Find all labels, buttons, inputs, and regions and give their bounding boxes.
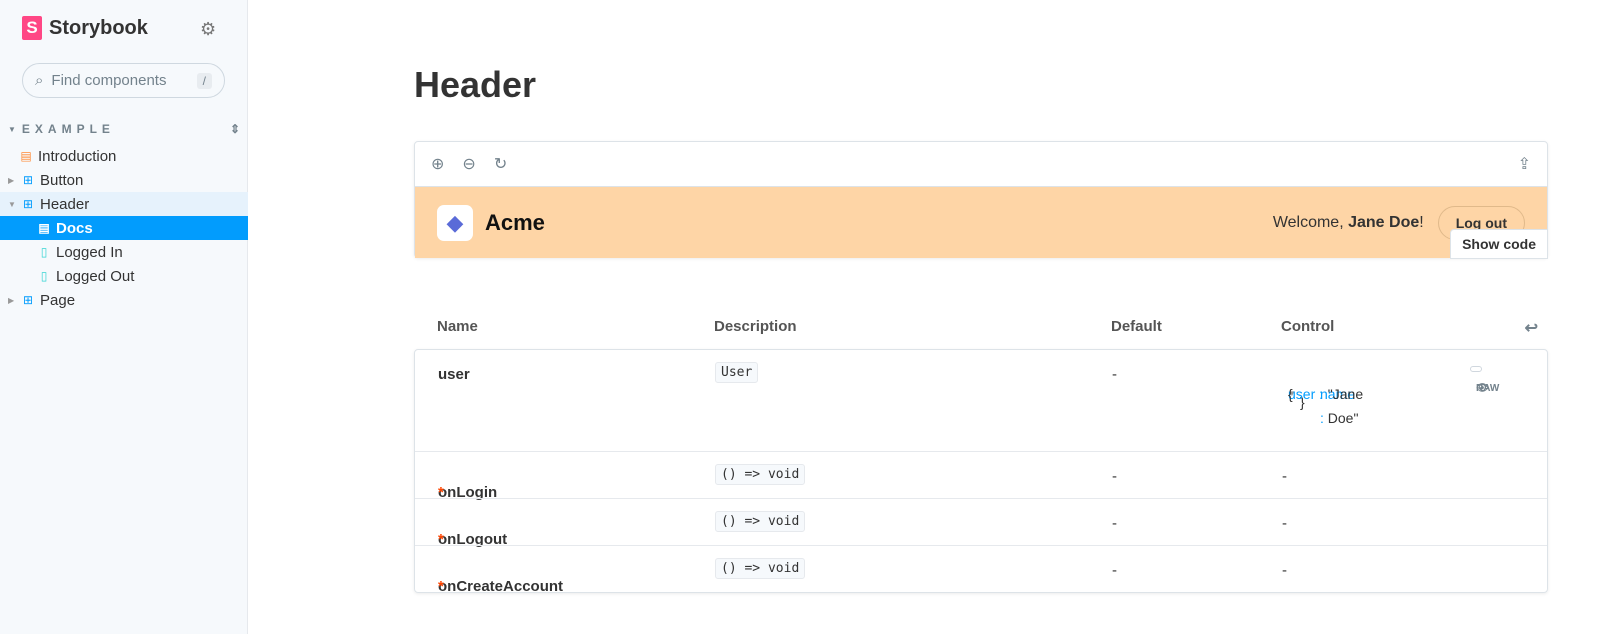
sidebar-item-button[interactable]: ▶ ⊞ Button [0, 168, 248, 192]
prop-default: - [1112, 468, 1117, 485]
args-table: user User - ▼ user : { name : "Jane Doe"… [414, 349, 1548, 595]
table-row: onLogin * () => void - - [415, 451, 1547, 501]
item-label: Header [40, 195, 90, 213]
sidebar: S Storybook ⚙ ⌕ Find components / ▼ EXAMPLE ⇕… [0, 0, 248, 634]
component-icon: ⊞ [22, 173, 34, 187]
search-input[interactable]: ⌕ Find components / [22, 63, 225, 98]
undo-icon[interactable]: ↩ [1525, 318, 1538, 338]
sidebar-item-page[interactable]: ▶ ⊞ Page [0, 288, 248, 312]
zoom-out-icon[interactable]: ⊖ [462, 154, 475, 174]
story-preview: ⊕ ⊖ ↻ ⇪ ◆ Acme Welcome, Jane Doe! Log ou… [414, 141, 1548, 259]
expand-collapse-icon[interactable]: ⇕ [230, 122, 240, 136]
acme-brand: Acme [485, 209, 545, 235]
welcome-prefix: Welcome, [1272, 213, 1349, 231]
prop-type: () => void [715, 464, 806, 485]
bookmark-icon: ▯ [40, 269, 48, 283]
chevron-down-icon: ▼ [8, 199, 16, 209]
header-name: Name [437, 318, 478, 335]
table-row: onLogout * () => void - - [415, 498, 1547, 548]
required-marker: * [438, 578, 444, 595]
storybook-logo-icon: S [22, 16, 42, 40]
document-icon: ▤ [20, 149, 32, 163]
document-icon: ▤ [38, 221, 50, 235]
item-label: Introduction [38, 147, 117, 165]
sidebar-item-logged-out[interactable]: ▯ Logged Out [0, 264, 248, 288]
search-placeholder: Find components [51, 72, 167, 89]
group-label: EXAMPLE [21, 122, 115, 136]
search-shortcut: / [196, 72, 212, 89]
user-name: Jane Doe [1348, 213, 1420, 231]
prop-control: - [1282, 515, 1287, 532]
zoom-in-icon[interactable]: ⊕ [431, 154, 444, 174]
prop-name: user [438, 366, 470, 383]
brand-name: Storybook [49, 16, 148, 39]
page-title: Header [414, 64, 537, 105]
item-label: Button [40, 171, 84, 189]
group-example[interactable]: ▼ EXAMPLE ⇕ [8, 122, 240, 136]
show-code-button[interactable]: Show code [1450, 229, 1548, 259]
raw-button[interactable]: 👁 RAW [1470, 366, 1499, 394]
item-label: Logged In [56, 243, 123, 261]
component-icon: ⊞ [22, 293, 34, 307]
prop-default: - [1112, 515, 1117, 532]
item-label: Logged Out [56, 267, 135, 285]
sidebar-item-docs[interactable]: ▤ Docs [0, 216, 248, 240]
json-value[interactable]: "Jane Doe" [1328, 382, 1363, 430]
prop-default: - [1112, 562, 1117, 579]
reset-zoom-icon[interactable]: ↻ [494, 154, 507, 174]
json-key: user : [1288, 386, 1324, 402]
header-description: Description [714, 318, 797, 335]
prop-name-text: onCreateAccount [438, 578, 564, 595]
chevron-down-icon: ▼ [8, 124, 16, 134]
search-icon: ⌕ [35, 72, 44, 89]
gear-icon[interactable]: ⚙ [200, 19, 216, 40]
preview-toolbar: ⊕ ⊖ ↻ ⇪ [415, 142, 1547, 187]
object-control[interactable]: ▼ user : { name : "Jane Doe" } [1288, 366, 1363, 426]
header-default: Default [1111, 318, 1162, 335]
prop-type: User [715, 362, 759, 383]
chevron-right-icon: ▶ [8, 295, 15, 305]
prop-default: - [1112, 366, 1117, 383]
item-label: Docs [56, 219, 93, 237]
prop-type: () => void [715, 511, 806, 532]
welcome-suffix: ! [1419, 213, 1424, 231]
sidebar-item-header[interactable]: ▼ ⊞ Header [0, 192, 248, 216]
prop-control: - [1282, 468, 1287, 485]
acme-logo-icon: ◆ [437, 204, 473, 241]
bookmark-icon: ▯ [40, 245, 48, 259]
json-open: { [1288, 386, 1293, 402]
prop-type: () => void [715, 558, 806, 579]
header-control: Control [1281, 318, 1335, 335]
item-label: Page [40, 291, 76, 309]
prop-control: - [1282, 562, 1287, 579]
component-icon: ⊞ [22, 197, 34, 211]
sidebar-item-introduction[interactable]: ▤ Introduction [0, 144, 248, 168]
share-icon[interactable]: ⇪ [1518, 154, 1531, 174]
raw-label: RAW [1476, 383, 1500, 394]
table-row: onCreateAccount * () => void - - [415, 545, 1547, 595]
chevron-right-icon: ▶ [8, 175, 15, 185]
header-demo: ◆ Acme Welcome, Jane Doe! Log out Show c… [415, 187, 1548, 259]
sidebar-item-logged-in[interactable]: ▯ Logged In [0, 240, 248, 264]
storybook-logo[interactable]: S Storybook [22, 16, 148, 40]
welcome-text: Welcome, Jane Doe! [1273, 214, 1424, 232]
table-row: user User - ▼ user : { name : "Jane Doe"… [415, 350, 1547, 451]
